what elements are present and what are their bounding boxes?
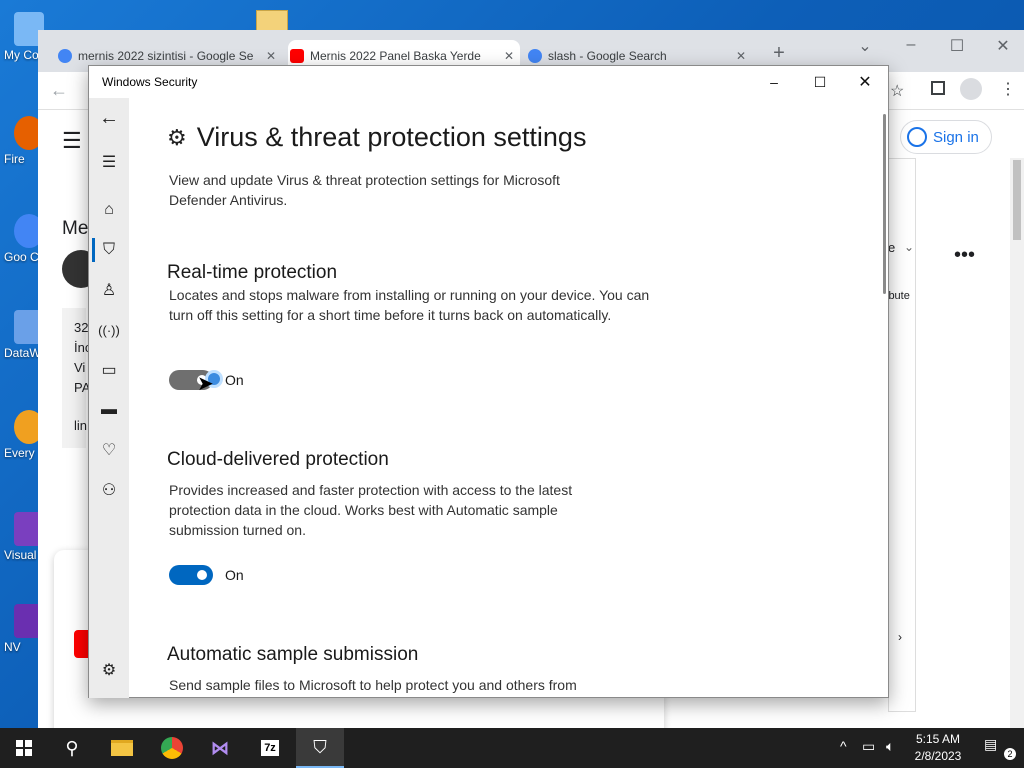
clock[interactable]: 5:15 AM 2/8/2023: [906, 731, 970, 765]
page-heading-fragment: Me: [62, 218, 89, 239]
hamburger-menu-icon[interactable]: ☰: [62, 128, 82, 154]
shield-icon[interactable]: ⛉: [89, 230, 129, 270]
desktop-icon-chrome[interactable]: Goo Chro: [0, 214, 44, 264]
search-icon[interactable]: ⚲: [48, 728, 96, 768]
kebab-menu-icon[interactable]: ⋮: [1000, 79, 1016, 99]
chrome-scrollbar[interactable]: [1010, 158, 1024, 728]
side-panel-icon[interactable]: [931, 81, 945, 95]
menu-icon[interactable]: ☰: [89, 142, 129, 182]
close-icon[interactable]: ✕: [988, 36, 1018, 56]
desktop-icon-everything[interactable]: Every: [0, 410, 44, 460]
close-tab-icon[interactable]: ✕: [736, 49, 746, 63]
notification-badge: 2: [1004, 748, 1016, 760]
windows-security-taskbar-icon[interactable]: ⛉: [296, 728, 344, 768]
windows-logo-icon: [16, 740, 32, 756]
clock-date: 2/8/2023: [914, 749, 962, 763]
tab-search-icon[interactable]: ⌄: [850, 36, 880, 56]
section-desc-cloud: Provides increased and faster protection…: [169, 482, 573, 538]
profile-icon[interactable]: [960, 78, 982, 100]
content-scrollbar[interactable]: [883, 114, 886, 294]
desktop-icon-nv[interactable]: NV: [0, 604, 44, 654]
close-tab-icon[interactable]: ✕: [266, 49, 276, 63]
back-icon[interactable]: ←: [89, 98, 129, 138]
back-arrow-icon[interactable]: ←: [50, 80, 68, 101]
taskbar: ⚲ ⋈ 7z ⛉ ^ ▭ 🔈︎ 5:15 AM 2/8/2023 ▤ 2: [0, 728, 1024, 768]
device-icon[interactable]: ▬: [89, 390, 129, 430]
windows-security-window: Windows Security – ☐ ✕ ← ☰ ⌂ ⛉ ♙ ((·)) ▭…: [88, 65, 889, 698]
app-browser-icon[interactable]: ▭: [89, 350, 129, 390]
realtime-state-label: On: [225, 372, 244, 388]
home-icon[interactable]: ⌂: [89, 190, 129, 230]
section-heading-cloud: Cloud-delivered protection: [167, 449, 389, 470]
page-title: Virus & threat protection settings: [196, 122, 587, 152]
account-circle-icon: [907, 127, 927, 147]
maximize-icon[interactable]: ☐: [942, 36, 972, 56]
notifications-icon[interactable]: ▤: [984, 736, 997, 753]
7zip-taskbar-icon[interactable]: 7z: [246, 728, 294, 768]
cloud-state-label: On: [225, 567, 244, 583]
start-button[interactable]: [0, 728, 48, 768]
volume-icon[interactable]: 🔈︎: [886, 738, 894, 755]
section-heading-realtime: Real-time protection: [167, 262, 338, 283]
page-description: View and update Virus & threat protectio…: [169, 172, 560, 208]
settings-icon[interactable]: ⚙: [89, 650, 129, 690]
window-title: Windows Security: [102, 75, 198, 89]
network-icon[interactable]: ▭: [862, 738, 875, 755]
maximize-button[interactable]: ☐: [797, 66, 843, 98]
scroll-right-icon[interactable]: ›: [898, 630, 902, 644]
clock-time: 5:15 AM: [915, 732, 961, 746]
google-icon: [528, 49, 542, 63]
show-hidden-icons-chevron[interactable]: ^: [840, 738, 847, 754]
new-tab-button[interactable]: +: [764, 42, 794, 65]
file-explorer-icon[interactable]: [98, 728, 146, 768]
more-options-icon[interactable]: •••: [954, 244, 975, 267]
nav-rail: ← ☰ ⌂ ⛉ ♙ ((·)) ▭ ▬ ♡ ⚇ ⚙: [89, 98, 129, 698]
health-icon[interactable]: ♡: [89, 430, 129, 470]
close-button[interactable]: ✕: [842, 66, 888, 98]
firewall-icon[interactable]: ((·)): [89, 310, 129, 350]
desktop-icon-visual-studio[interactable]: Visual 20: [0, 512, 44, 562]
minimize-icon[interactable]: –: [896, 36, 926, 54]
settings-content: ⚙ Virus & threat protection settings Vie…: [129, 98, 873, 698]
minimize-button[interactable]: –: [751, 66, 797, 98]
page-header: ⚙ Virus & threat protection settings: [167, 122, 586, 153]
section-desc-realtime: Locates and stops malware from installin…: [169, 287, 650, 323]
google-icon: [58, 49, 72, 63]
gears-icon: ⚙: [167, 124, 187, 150]
youtube-icon: [290, 49, 304, 63]
desktop-icon-datawrangler[interactable]: DataW: [0, 310, 44, 360]
cloud-protection-toggle[interactable]: [169, 565, 213, 585]
dropdown-chevron-icon[interactable]: ⌄: [904, 240, 914, 254]
bookmark-star-icon[interactable]: ☆: [890, 81, 904, 101]
sign-in-button[interactable]: Sign in: [900, 120, 992, 154]
section-desc-sample: Send sample files to Microsoft to help p…: [169, 677, 577, 693]
desktop-icon-my-computer[interactable]: My Co: [0, 12, 44, 62]
account-icon[interactable]: ♙: [89, 270, 129, 310]
title-bar: Windows Security – ☐ ✕: [89, 66, 888, 98]
family-icon[interactable]: ⚇: [89, 470, 129, 510]
desktop-icon-firefox[interactable]: Fire: [0, 116, 44, 166]
chrome-taskbar-icon[interactable]: [148, 728, 196, 768]
visual-studio-taskbar-icon[interactable]: ⋈: [196, 728, 244, 768]
close-tab-icon[interactable]: ✕: [504, 49, 514, 63]
section-heading-sample: Automatic sample submission: [167, 644, 419, 665]
mouse-cursor-icon: ➤: [197, 373, 214, 395]
